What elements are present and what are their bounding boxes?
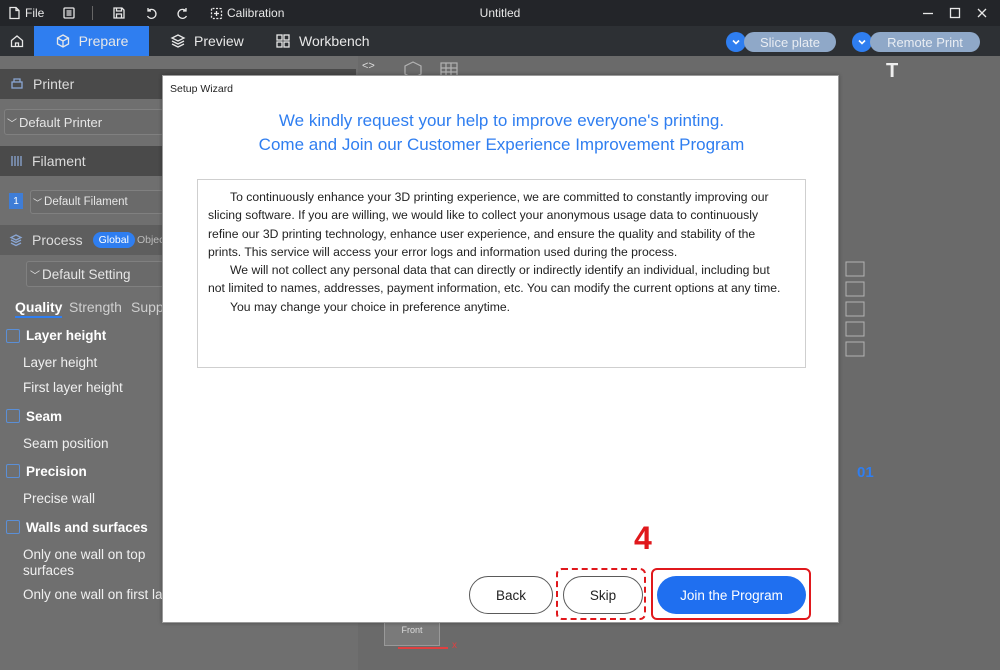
process-header-label: Process xyxy=(32,232,83,248)
walls-icon xyxy=(6,520,20,534)
save-button[interactable] xyxy=(112,0,126,26)
chevron-down-icon: ﹀ xyxy=(30,270,40,282)
tab-prepare-label: Prepare xyxy=(78,33,129,49)
filament-icon xyxy=(11,156,22,166)
calibration-menu[interactable]: Calibration xyxy=(210,0,284,26)
layers-icon xyxy=(170,34,186,48)
group-layer-height: Layer height xyxy=(26,328,107,343)
print-dropdown-button[interactable] xyxy=(852,32,872,52)
dialog-title: Setup Wizard xyxy=(170,83,234,95)
calibration-icon xyxy=(210,7,223,19)
collapse-sidebar-icon[interactable]: <> xyxy=(362,60,375,72)
redo-icon xyxy=(177,8,188,19)
heading-line-2: Come and Join our Customer Experience Im… xyxy=(258,135,745,154)
object-toolbar xyxy=(845,261,865,357)
title-bar: File Calibration Untitled xyxy=(0,0,1000,26)
tab-prepare[interactable]: Prepare xyxy=(34,26,149,56)
tab-preview-label: Preview xyxy=(194,33,244,49)
skip-highlight-annotation xyxy=(556,568,646,620)
process-value: Default Setting xyxy=(42,266,131,282)
tool-icon[interactable] xyxy=(845,321,865,337)
description-paragraph-1: To continuously enhance your 3D printing… xyxy=(208,190,769,259)
program-description: To continuously enhance your 3D printing… xyxy=(197,179,806,368)
filament-header-label: Filament xyxy=(32,153,86,169)
chevron-down-icon xyxy=(858,39,866,45)
minimize-button[interactable] xyxy=(922,0,934,26)
view-cube-front[interactable]: Front xyxy=(384,622,440,646)
chevron-down-icon: ﹀ xyxy=(7,118,17,130)
file-icon xyxy=(9,6,20,20)
setting-layer-height: Layer height xyxy=(23,355,98,370)
tab-workbench[interactable]: Workbench xyxy=(275,26,370,56)
remote-print-button[interactable]: Remote Print xyxy=(870,32,980,52)
back-button[interactable]: Back xyxy=(469,576,553,614)
slice-plate-button[interactable]: Slice plate xyxy=(744,32,836,52)
chevron-down-icon: ﹀ xyxy=(33,197,43,208)
chevron-down-icon xyxy=(732,39,740,45)
redo-button[interactable] xyxy=(176,0,190,26)
tab-quality[interactable]: Quality xyxy=(15,299,63,318)
setting-one-wall-first-layer: Only one wall on first layer xyxy=(23,587,163,602)
file-menu[interactable]: File xyxy=(8,0,44,26)
grid-icon xyxy=(276,34,290,48)
group-walls-and-surfaces: Walls and surfaces xyxy=(26,520,148,535)
file-label: File xyxy=(25,6,45,20)
tool-icon[interactable] xyxy=(845,301,865,317)
x-axis-label: x xyxy=(452,640,457,651)
setting-precise-wall: Precise wall xyxy=(23,491,96,506)
tab-support[interactable]: Support xyxy=(131,299,164,315)
menu-icon xyxy=(63,7,75,19)
step-number-annotation: 4 xyxy=(634,520,652,556)
undo-button[interactable] xyxy=(144,0,158,26)
tab-strength[interactable]: Strength xyxy=(69,299,122,315)
undo-icon xyxy=(146,8,157,19)
setup-wizard-dialog: Setup Wizard We kindly request your help… xyxy=(162,75,839,623)
process-global-toggle[interactable]: Global xyxy=(92,232,135,248)
filament-value: Default Filament xyxy=(44,196,128,208)
setting-one-wall-top: Only one wall on top surfaces xyxy=(23,547,146,578)
description-paragraph-3: You may change your choice in preference… xyxy=(230,299,511,314)
close-button[interactable] xyxy=(976,0,988,26)
layers-icon xyxy=(9,234,23,247)
printer-select[interactable]: ﹀ Default Printer xyxy=(4,109,164,135)
tool-icon[interactable] xyxy=(845,281,865,297)
home-button[interactable] xyxy=(0,26,34,56)
cube-icon xyxy=(56,34,69,48)
home-icon xyxy=(10,35,24,48)
close-icon xyxy=(977,8,987,18)
tool-icon[interactable] xyxy=(845,341,865,357)
description-paragraph-2: We will not collect any personal data th… xyxy=(208,263,781,296)
tab-preview[interactable]: Preview xyxy=(170,26,244,56)
precision-icon xyxy=(6,464,20,478)
join-highlight-annotation xyxy=(651,568,811,620)
maximize-button[interactable] xyxy=(949,0,961,26)
filament-select[interactable]: ﹀ Default Filament xyxy=(30,190,164,214)
divider xyxy=(92,6,93,20)
printer-header-label: Printer xyxy=(33,76,75,92)
main-tab-bar: Prepare Preview Workbench Slice plate Re… xyxy=(0,26,1000,56)
dialog-heading: We kindly request your help to improve e… xyxy=(163,109,840,157)
printer-icon xyxy=(11,78,23,89)
heading-line-1: We kindly request your help to improve e… xyxy=(278,111,725,130)
calibration-label: Calibration xyxy=(227,6,285,20)
slice-dropdown-button[interactable] xyxy=(726,32,746,52)
x-axis xyxy=(398,647,448,649)
plate-number: 01 xyxy=(857,464,874,481)
process-select[interactable]: ﹀ Default Setting xyxy=(26,261,164,287)
group-seam: Seam xyxy=(26,409,63,424)
setting-seam-position: Seam position xyxy=(23,436,109,451)
text-tool-icon[interactable]: T xyxy=(886,60,898,83)
minimize-icon xyxy=(923,12,933,15)
maximize-icon xyxy=(949,7,961,19)
seam-icon xyxy=(6,409,20,423)
layer-height-icon xyxy=(6,329,20,343)
printer-value: Default Printer xyxy=(19,114,103,130)
group-precision: Precision xyxy=(26,464,87,479)
filament-index-badge: 1 xyxy=(9,193,23,209)
setting-first-layer-height: First layer height xyxy=(23,380,123,395)
tab-workbench-label: Workbench xyxy=(299,33,370,49)
menu-button[interactable] xyxy=(62,0,76,26)
save-icon xyxy=(113,7,125,19)
tool-icon[interactable] xyxy=(845,261,865,277)
